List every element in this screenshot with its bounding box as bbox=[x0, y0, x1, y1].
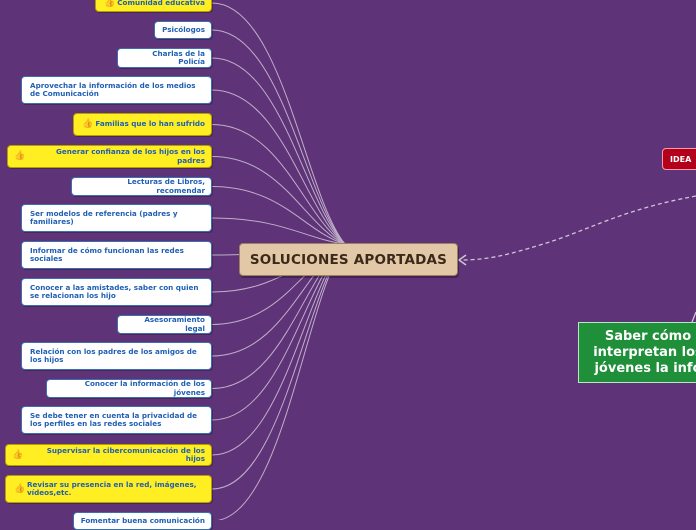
branch-node[interactable]: 👍 Revisar su presencia en la red, imágene… bbox=[5, 475, 212, 503]
thumbs-up-icon: 👍 bbox=[104, 0, 116, 8]
branch-label: Conocer la información de los jóvenes bbox=[84, 379, 205, 397]
branch-connector bbox=[215, 243, 346, 520]
thumbs-up-icon: 👍 bbox=[82, 119, 94, 129]
branch-node[interactable]: Fomentar buena comunicación bbox=[73, 512, 212, 530]
branch-node[interactable]: Conocer la información de los jóvenes bbox=[46, 379, 212, 398]
branch-connector bbox=[211, 57, 346, 245]
green-connector bbox=[691, 311, 696, 323]
idea-node[interactable]: IDEA bbox=[662, 148, 696, 170]
branch-label: Asesoramiento legal bbox=[144, 315, 205, 333]
branch-label: Familias que lo han sufrido bbox=[95, 119, 205, 129]
central-topic-label: SOLUCIONES APORTADAS bbox=[249, 251, 448, 268]
thumbs-up-icon: 👍 bbox=[14, 483, 26, 494]
branch-node[interactable]: Charlas de la Policía bbox=[117, 48, 212, 68]
branch-connector bbox=[211, 2, 346, 245]
branch-node[interactable]: Se debe tener en cuenta la privacidad de… bbox=[21, 406, 212, 434]
branch-node[interactable]: Asesoramiento legal bbox=[117, 315, 212, 334]
branch-connector bbox=[211, 89, 346, 245]
branch-node[interactable]: Relación con los padres de los amigos de… bbox=[21, 342, 212, 370]
branch-node[interactable]: 👍 Generar confianza de los hijos en los p… bbox=[7, 145, 212, 168]
green-topic-node[interactable]: Saber cómo interpretan los jóvenes la in… bbox=[578, 322, 696, 383]
branch-label: Relación con los padres de los amigos de… bbox=[30, 346, 197, 364]
branch-label: Revisar su presencia en la red, imágenes… bbox=[27, 479, 197, 497]
thumbs-up-icon: 👍 bbox=[14, 151, 26, 161]
branch-label: Generar confianza de los hijos en los pa… bbox=[56, 147, 205, 165]
branch-node[interactable]: Aprovechar la información de los medios … bbox=[21, 76, 212, 104]
branch-label: Lecturas de Libros, recomendar bbox=[127, 177, 205, 195]
branch-label: Supervisar la cibercomunicación de los h… bbox=[46, 445, 205, 463]
branch-node[interactable]: Informar de cómo funcionan las redes soc… bbox=[21, 241, 212, 269]
idea-connector bbox=[459, 195, 696, 261]
central-topic[interactable]: SOLUCIONES APORTADAS bbox=[239, 243, 458, 276]
branch-node[interactable]: Conocer a las amistades, saber con quien… bbox=[21, 278, 212, 306]
branch-label: Comunidad educativa bbox=[117, 0, 205, 7]
branch-node[interactable]: Lecturas de Libros, recomendar bbox=[71, 177, 212, 196]
thumbs-up-icon: 👍 bbox=[12, 449, 24, 460]
branch-label: Ser modelos de referencia (padres y fami… bbox=[30, 208, 178, 226]
branch-node[interactable]: 👍 Supervisar la cibercomunicación de los … bbox=[5, 444, 212, 466]
branch-label: Psicólogos bbox=[162, 24, 205, 34]
idea-node-label: IDEA bbox=[670, 154, 692, 164]
branch-node[interactable]: Psicólogos bbox=[154, 21, 212, 39]
branch-label: Informar de cómo funcionan las redes soc… bbox=[30, 245, 184, 263]
branch-node[interactable]: 👍 Familias que lo han sufrido bbox=[73, 113, 212, 136]
branch-label: Aprovechar la información de los medios … bbox=[30, 80, 196, 98]
green-topic-label: Saber cómo interpretan los jóvenes la in… bbox=[593, 328, 696, 376]
branch-label: Charlas de la Policía bbox=[152, 48, 205, 66]
branch-node[interactable]: 👍 Comunidad educativa bbox=[95, 0, 212, 12]
branch-label: Conocer a las amistades, saber con quien… bbox=[30, 282, 199, 300]
branch-connector bbox=[211, 156, 346, 245]
branch-label: Fomentar buena comunicación bbox=[80, 515, 205, 525]
branch-label: Se debe tener en cuenta la privacidad de… bbox=[30, 410, 197, 428]
branch-node[interactable]: Ser modelos de referencia (padres y fami… bbox=[21, 204, 212, 232]
